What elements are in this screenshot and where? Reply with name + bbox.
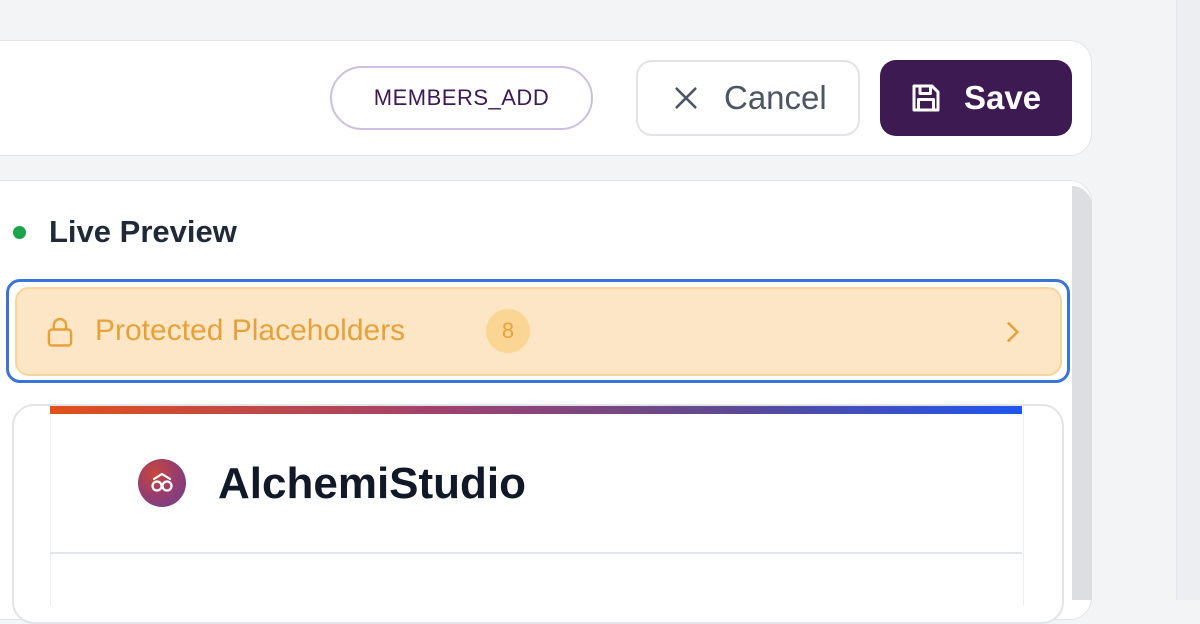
save-button[interactable]: Save — [880, 60, 1072, 136]
lock-icon — [47, 317, 73, 347]
live-preview-label: Live Preview — [49, 214, 237, 249]
brand-name: AlchemiStudio — [218, 459, 527, 508]
live-status-dot — [13, 226, 26, 239]
protected-placeholders-toggle[interactable]: Protected Placeholders 8 — [15, 287, 1062, 376]
email-divider — [50, 552, 1022, 554]
cancel-label: Cancel — [724, 79, 827, 116]
email-frame — [50, 406, 1024, 606]
permission-badge: MEMBERS_ADD — [330, 66, 593, 130]
infinity-bridge-logo-icon — [138, 459, 186, 507]
panel-scrollbar[interactable] — [1072, 186, 1092, 600]
protected-count-badge: 8 — [486, 309, 530, 353]
chevron-right-icon — [1007, 322, 1019, 342]
save-label: Save — [964, 79, 1042, 116]
floppy-disk-icon — [912, 84, 940, 112]
cancel-button[interactable]: Cancel — [636, 60, 860, 136]
protected-placeholders-title: Protected Placeholders — [95, 314, 406, 347]
right-rail — [1176, 0, 1200, 600]
close-icon — [675, 87, 697, 109]
email-header-accent — [50, 406, 1022, 414]
